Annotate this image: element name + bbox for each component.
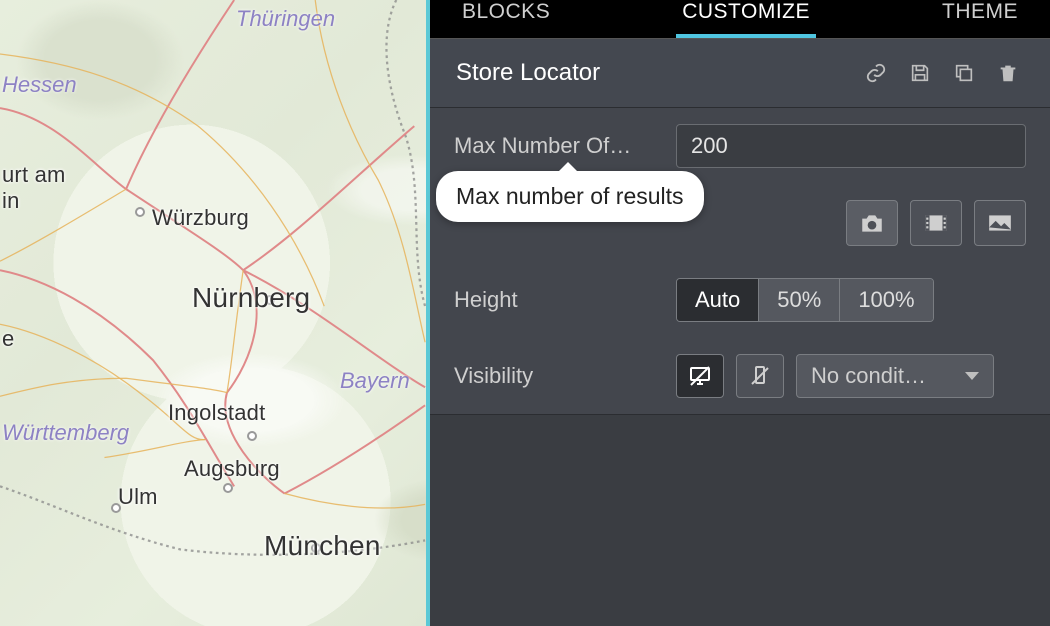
map-city-label: urt am	[2, 162, 66, 188]
trash-icon[interactable]	[992, 57, 1024, 89]
tab-customize[interactable]: CUSTOMIZE	[676, 0, 816, 38]
chevron-down-icon	[965, 372, 979, 380]
row-visibility: Visibility No condit…	[430, 338, 1050, 414]
label-visibility: Visibility	[454, 363, 656, 389]
panel-empty	[430, 415, 1050, 626]
row-height: Height Auto 50% 100%	[430, 262, 1050, 338]
tab-blocks[interactable]: BLOCKS	[456, 0, 556, 38]
save-icon[interactable]	[904, 57, 936, 89]
visibility-condition-select[interactable]: No condit…	[796, 354, 994, 398]
section-title: Store Locator	[456, 59, 848, 87]
height-option-auto[interactable]: Auto	[677, 279, 758, 321]
map-city-label: Ulm	[118, 484, 158, 510]
image-icon[interactable]	[974, 200, 1026, 246]
height-option-50[interactable]: 50%	[758, 279, 839, 321]
camera-icon[interactable]	[846, 200, 898, 246]
mobile-hide-icon[interactable]	[736, 354, 784, 398]
max-results-input[interactable]	[676, 124, 1026, 168]
tooltip-max-results: Max number of results	[436, 171, 704, 222]
map-city-label: e	[2, 326, 14, 352]
map-preview[interactable]: Thüringen Hessen Bayern Württemberg Würzburg…	[0, 0, 430, 626]
visibility-condition-value: No condit…	[811, 363, 955, 389]
tab-theme[interactable]: THEME	[936, 0, 1024, 38]
map-city-label: Augsburg	[184, 456, 280, 482]
map-city-dot	[135, 207, 145, 217]
label-height: Height	[454, 287, 656, 313]
map-region-label: Thüringen	[236, 6, 335, 32]
video-icon[interactable]	[910, 200, 962, 246]
property-rows: Max Number Of… Max number of results	[430, 108, 1050, 415]
map-region-label: Hessen	[2, 72, 77, 98]
map-city-dot	[247, 431, 257, 441]
copy-icon[interactable]	[948, 57, 980, 89]
panel-tabs: BLOCKS CUSTOMIZE THEME	[430, 0, 1050, 38]
map-city-label: München	[264, 530, 381, 562]
map-city-dot	[223, 483, 233, 493]
map-region-label: Württemberg	[2, 420, 129, 446]
map-city-label: in	[2, 188, 20, 214]
map-region-label: Bayern	[340, 368, 410, 394]
height-option-100[interactable]: 100%	[839, 279, 932, 321]
label-max-results: Max Number Of…	[454, 133, 656, 159]
height-segmented: Auto 50% 100%	[676, 278, 934, 322]
desktop-hide-icon[interactable]	[676, 354, 724, 398]
map-city-label: Nürnberg	[192, 282, 310, 314]
properties-panel: BLOCKS CUSTOMIZE THEME Store Locator Max…	[430, 0, 1050, 626]
map-city-label: Ingolstadt	[168, 400, 265, 426]
map-city-label: Würzburg	[152, 205, 249, 231]
section-header: Store Locator	[430, 38, 1050, 108]
link-icon[interactable]	[860, 57, 892, 89]
